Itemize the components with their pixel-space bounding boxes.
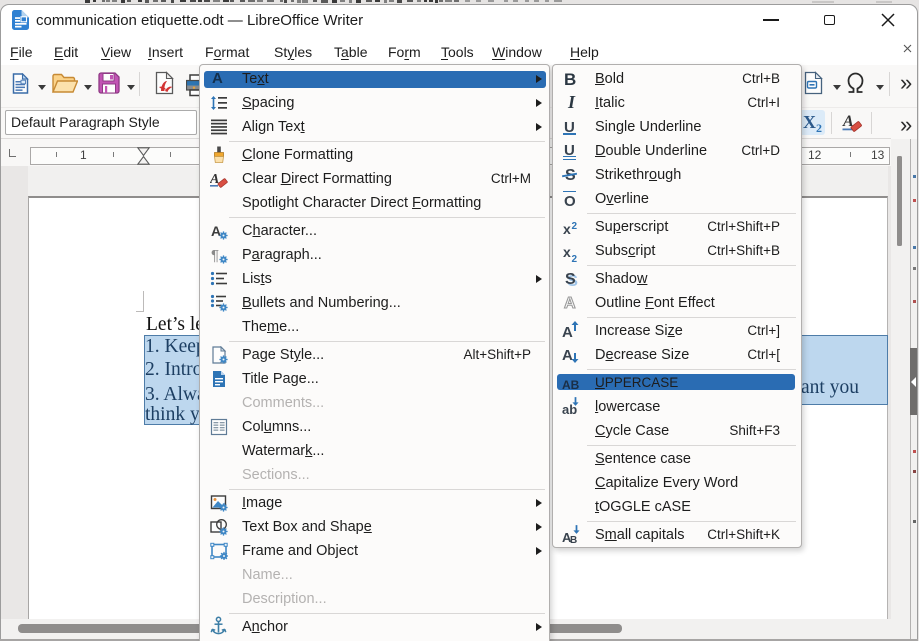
svg-text:¶: ¶ — [211, 247, 219, 264]
svg-text:A: A — [211, 223, 221, 239]
